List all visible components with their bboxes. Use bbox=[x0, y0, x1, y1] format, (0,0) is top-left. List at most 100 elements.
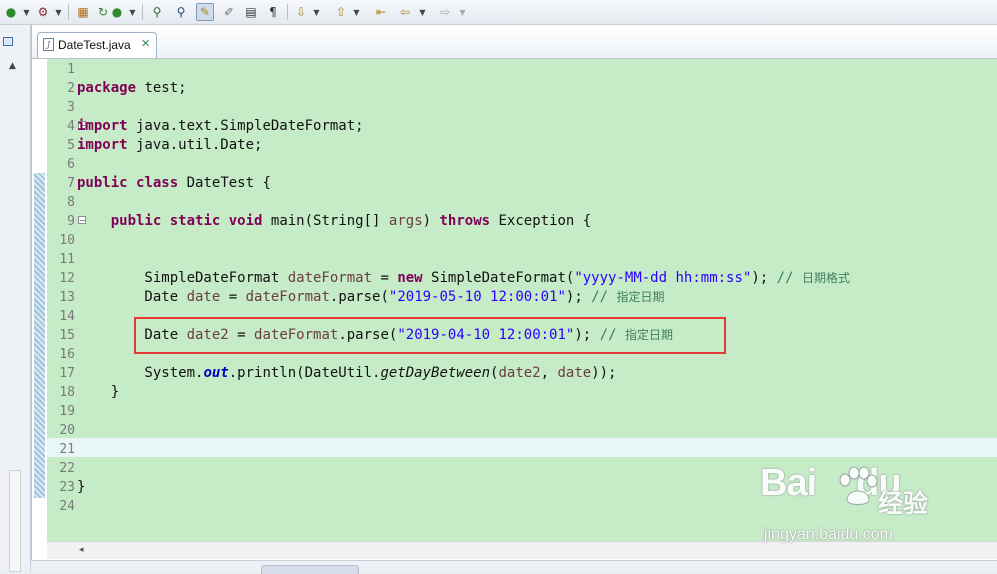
watermark-brand-part: Bai bbox=[760, 462, 817, 504]
line-number: 10 bbox=[59, 233, 75, 248]
variable: dateFormat bbox=[245, 289, 330, 305]
run-icon[interactable]: ● bbox=[108, 3, 126, 21]
code-text-segment: ) bbox=[422, 213, 440, 229]
next-annotation-icon[interactable]: ⇩ bbox=[292, 3, 310, 21]
line-number: 7 bbox=[67, 176, 75, 191]
chevron-down-icon[interactable]: ▼ bbox=[22, 3, 31, 21]
chevron-down-icon[interactable]: ▼ bbox=[312, 3, 321, 21]
forward-icon[interactable]: ⇨ bbox=[436, 3, 454, 21]
comment: // bbox=[591, 289, 617, 305]
restore-view-icon[interactable] bbox=[3, 37, 13, 46]
code-text-segment: = bbox=[220, 289, 246, 305]
code-text-segment: , bbox=[540, 365, 558, 381]
variable: date bbox=[186, 289, 221, 305]
code-line-18: } bbox=[77, 384, 120, 400]
open-type-icon[interactable]: ⚲ bbox=[148, 3, 166, 21]
main-toolbar: ● ▼ ⚙ ▼ ▦ ↻ ● ▼ ⚲ ⚲ ✎ ✐ ▤ ¶ ⇩ ▼ ⇧ ▼ ⇤ ⇦ … bbox=[0, 0, 997, 25]
code-text-segment: ); bbox=[751, 270, 777, 286]
code-text-segment: = bbox=[372, 270, 398, 286]
tab-label: DateTest.java bbox=[58, 38, 131, 52]
chevron-down-icon[interactable]: ▼ bbox=[128, 3, 137, 21]
keyword: import bbox=[77, 118, 128, 134]
code-text-segment: test; bbox=[136, 80, 187, 96]
overview-ruler bbox=[34, 173, 45, 498]
java-file-icon: J bbox=[43, 38, 54, 51]
keyword: new bbox=[397, 270, 423, 286]
chevron-down-icon[interactable]: ▼ bbox=[54, 3, 63, 21]
line-number: 15 bbox=[59, 328, 75, 343]
code-text-segment: )); bbox=[591, 365, 617, 381]
line-number: 12 bbox=[59, 271, 75, 286]
scroll-left-icon[interactable]: ◂ bbox=[79, 545, 84, 555]
code-text-segment: java.util.Date; bbox=[127, 137, 263, 153]
code-text-segment: SimpleDateFormat bbox=[77, 270, 288, 286]
line-number: 21 bbox=[59, 442, 75, 457]
editor-tabbar: J DateTest.java ✕ bbox=[32, 25, 997, 59]
close-icon[interactable]: ✕ bbox=[141, 37, 150, 50]
debug-icon[interactable]: ● bbox=[2, 3, 20, 21]
code-text-segment: .parse( bbox=[329, 289, 389, 305]
line-number: 17 bbox=[59, 366, 75, 381]
code-line-2: package test; bbox=[77, 79, 187, 98]
show-whitespace-icon[interactable]: ¶ bbox=[264, 3, 282, 21]
code-line-4: import java.text.SimpleDateFormat; bbox=[77, 117, 364, 136]
code-line-13: Date date = dateFormat.parse("2019-05-10… bbox=[77, 288, 664, 307]
tab-datetest-java[interactable]: J DateTest.java ✕ bbox=[37, 32, 157, 58]
keyword: import bbox=[77, 137, 128, 153]
chevron-down-icon[interactable]: ▼ bbox=[458, 3, 467, 21]
string-literal: "yyyy-MM-dd hh:mm:ss" bbox=[574, 270, 752, 286]
mark-occurrences-icon[interactable]: ✐ bbox=[220, 3, 238, 21]
line-number: 16 bbox=[59, 347, 75, 362]
line-number: 11 bbox=[59, 252, 75, 267]
search-icon[interactable]: ⚲ bbox=[172, 3, 190, 21]
variable: dateFormat bbox=[287, 270, 373, 286]
code-line-12: SimpleDateFormat dateFormat = new Simple… bbox=[77, 269, 850, 288]
last-edit-icon[interactable]: ⇤ bbox=[372, 3, 390, 21]
back-icon[interactable]: ⇦ bbox=[396, 3, 414, 21]
line-number: 13 bbox=[59, 290, 75, 305]
left-panel-strip: ▲ bbox=[0, 25, 31, 572]
variable: args bbox=[388, 213, 423, 229]
line-number: 23 bbox=[59, 480, 75, 495]
line-number: 18 bbox=[59, 385, 75, 400]
watermark-url: jingyan.baidu.com bbox=[764, 526, 893, 543]
line-number: 1 bbox=[67, 62, 75, 77]
code-text-segment: java.text.SimpleDateFormat; bbox=[127, 118, 364, 134]
static-method: getDayBetween bbox=[380, 365, 491, 381]
vertical-scrollbar[interactable] bbox=[9, 470, 21, 572]
code-line-9: public static void main(String[] args) t… bbox=[77, 212, 592, 231]
line-number: 4 bbox=[67, 119, 75, 134]
line-number: 14 bbox=[59, 309, 75, 324]
code-line-23: } bbox=[77, 479, 86, 495]
keyword: throws bbox=[439, 213, 491, 229]
package-icon[interactable]: ▦ bbox=[74, 3, 92, 21]
code-text-segment: main(String[] bbox=[262, 213, 389, 229]
keyword: class bbox=[136, 175, 179, 191]
chevron-down-icon[interactable]: ▼ bbox=[418, 3, 427, 21]
code-text-segment: Date bbox=[77, 289, 187, 305]
code-line-5: import java.util.Date; bbox=[77, 136, 262, 155]
code-text-segment: DateTest { bbox=[178, 175, 271, 191]
line-number: 19 bbox=[59, 404, 75, 419]
code-text-segment: SimpleDateFormat( bbox=[422, 270, 575, 286]
line-number: 22 bbox=[59, 461, 75, 476]
prev-annotation-icon[interactable]: ⇧ bbox=[332, 3, 350, 21]
keyword: public bbox=[110, 213, 162, 229]
chevron-down-icon[interactable]: ▼ bbox=[352, 3, 361, 21]
block-select-icon[interactable]: ▤ bbox=[242, 3, 260, 21]
external-tools-icon[interactable]: ⚙ bbox=[34, 3, 52, 21]
variable: date bbox=[557, 365, 592, 381]
comment-text: 日期格式 bbox=[801, 271, 850, 285]
bottom-tab[interactable] bbox=[261, 565, 359, 574]
code-text-segment: Exception { bbox=[490, 213, 592, 229]
code-text-segment: System. bbox=[77, 365, 204, 381]
line-number: 6 bbox=[67, 157, 75, 172]
line-number: 3 bbox=[67, 100, 75, 115]
highlight-icon[interactable]: ✎ bbox=[196, 3, 214, 21]
line-number: 5 bbox=[67, 138, 75, 153]
paw-logo-icon bbox=[839, 466, 878, 505]
annotation-highlight-box bbox=[134, 317, 726, 354]
keyword: package bbox=[77, 80, 137, 96]
scroll-up-icon[interactable]: ▲ bbox=[9, 61, 16, 71]
